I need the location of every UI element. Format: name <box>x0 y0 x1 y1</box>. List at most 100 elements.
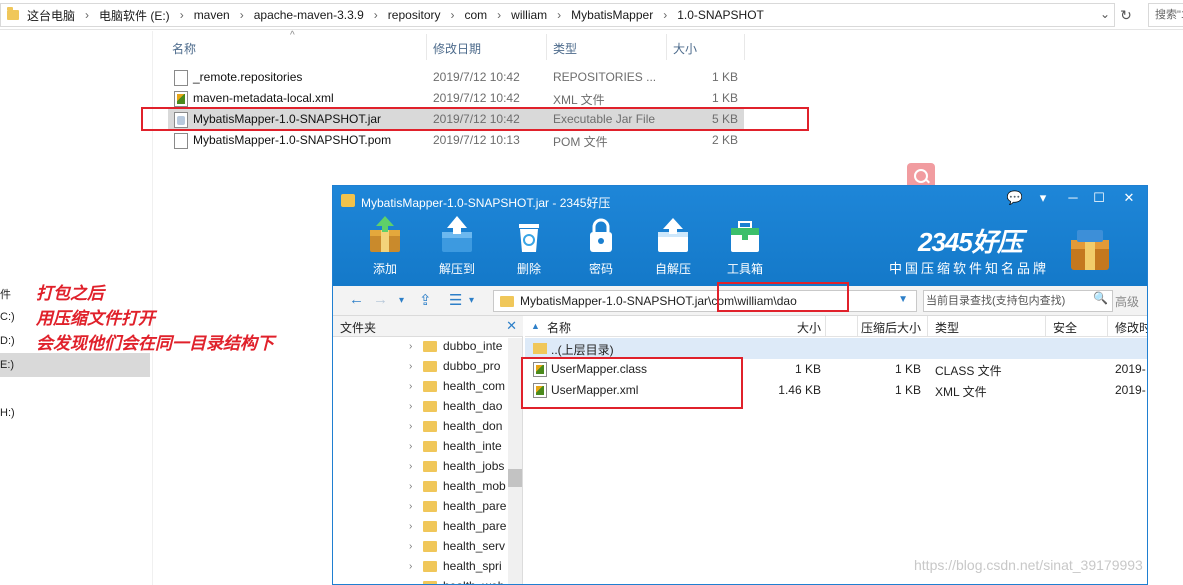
column-name[interactable]: 名称 <box>547 319 571 336</box>
breadcrumb-item[interactable]: com <box>464 8 487 22</box>
search-icon[interactable]: 🔍 <box>1093 291 1108 305</box>
breadcrumb-item[interactable]: 这台电脑 <box>27 7 75 24</box>
chevron-right-icon[interactable]: › <box>409 381 421 392</box>
maximize-icon[interactable]: ☐ <box>1089 190 1109 206</box>
close-icon[interactable]: ✕ <box>506 318 517 334</box>
minimize-icon[interactable]: ─ <box>1063 190 1083 205</box>
tree-item[interactable]: › health_pare <box>409 496 506 516</box>
column-type[interactable]: 类型 <box>935 319 959 336</box>
tree-item[interactable]: › health_don <box>409 416 502 436</box>
chevron-right-icon[interactable]: › <box>497 8 501 22</box>
chevron-right-icon[interactable]: › <box>450 8 454 22</box>
tree-item[interactable]: › health_jobs <box>409 456 504 476</box>
nav-item-drive-c[interactable]: C:) <box>0 311 15 323</box>
nav-item[interactable]: 件 <box>0 286 11 302</box>
chevron-right-icon[interactable]: › <box>85 8 89 22</box>
chevron-down-icon[interactable]: ▼ <box>898 294 908 305</box>
column-divider[interactable] <box>426 34 427 60</box>
column-divider[interactable] <box>927 316 928 337</box>
back-arrow-icon[interactable]: ← <box>349 291 364 308</box>
chevron-right-icon[interactable]: › <box>409 561 421 572</box>
chevron-right-icon[interactable]: › <box>409 541 421 552</box>
column-divider[interactable] <box>857 316 858 337</box>
tool-toolbox-button[interactable]: 工具箱 <box>715 216 775 277</box>
forward-arrow-icon[interactable]: → <box>373 291 388 308</box>
chevron-right-icon[interactable]: › <box>240 8 244 22</box>
archive-path-input[interactable]: MybatisMapper-1.0-SNAPSHOT.jar\com\willi… <box>493 290 917 312</box>
tool-extract-button[interactable]: 解压到 <box>427 216 487 277</box>
tree-item[interactable]: › health_dao <box>409 396 502 416</box>
nav-item-drive-d[interactable]: D:) <box>0 335 15 347</box>
chevron-right-icon[interactable]: › <box>409 421 421 432</box>
tree-scrollbar-thumb[interactable] <box>508 469 522 487</box>
chevron-right-icon[interactable]: › <box>374 8 378 22</box>
breadcrumb-item[interactable]: apache-maven-3.3.9 <box>254 8 364 22</box>
chevron-right-icon[interactable]: › <box>409 581 421 585</box>
file-row[interactable]: MybatisMapper-1.0-SNAPSHOT.pom 2019/7/12… <box>168 130 744 151</box>
advanced-search-link[interactable]: 高级 <box>1115 293 1139 310</box>
column-type[interactable]: 类型 <box>553 40 577 57</box>
column-size[interactable]: 大小 <box>797 319 821 336</box>
chevron-right-icon[interactable]: › <box>557 8 561 22</box>
tree-item[interactable]: › dubbo_inte <box>409 336 502 356</box>
refresh-icon[interactable]: ↻ <box>1116 5 1136 25</box>
tree-item[interactable]: › health_spri <box>409 556 502 576</box>
chevron-right-icon[interactable]: › <box>409 341 421 352</box>
archive-search-input[interactable]: 当前目录查找(支持包内查找) <box>923 290 1113 312</box>
view-list-icon[interactable]: ☰ <box>449 291 462 309</box>
breadcrumb-item[interactable]: maven <box>194 8 230 22</box>
column-divider[interactable] <box>825 316 826 337</box>
chevron-right-icon[interactable]: › <box>180 8 184 22</box>
chevron-right-icon[interactable]: › <box>663 8 667 22</box>
tree-item[interactable]: › health_serv <box>409 536 505 556</box>
column-modified[interactable]: 修改时 <box>1115 319 1147 336</box>
column-size[interactable]: 大小 <box>673 40 697 57</box>
address-box[interactable]: 这台电脑 › 电脑软件 (E:) › maven › apache-maven-3.3… <box>0 3 1115 27</box>
tree-item[interactable]: › health_com <box>409 376 505 396</box>
search-input[interactable]: 搜索"1 <box>1148 3 1183 27</box>
column-divider[interactable] <box>744 34 745 60</box>
nav-item-drive-e[interactable]: E:) <box>0 353 150 377</box>
menu-dropdown-icon[interactable]: ▾ <box>1033 190 1053 206</box>
file-row[interactable]: _remote.repositories 2019/7/12 10:42 REP… <box>168 67 744 88</box>
column-divider[interactable] <box>1107 316 1108 337</box>
tree-item[interactable]: › dubbo_pro <box>409 356 500 376</box>
breadcrumb-item[interactable]: MybatisMapper <box>571 8 653 22</box>
tree-item[interactable]: › health_pare <box>409 516 506 536</box>
tree-item[interactable]: › health_inte <box>409 436 502 456</box>
chevron-right-icon[interactable]: › <box>409 501 421 512</box>
column-name[interactable]: 名称 <box>172 40 196 57</box>
tool-delete-button[interactable]: 删除 <box>499 216 559 277</box>
column-divider[interactable] <box>666 34 667 60</box>
feedback-icon[interactable]: 💬 <box>1005 190 1025 206</box>
tool-password-button[interactable]: 密码 <box>571 216 631 277</box>
chevron-right-icon[interactable]: › <box>409 441 421 452</box>
history-dropdown-icon[interactable]: ▾ <box>399 295 404 306</box>
column-date[interactable]: 修改日期 <box>433 40 481 57</box>
chevron-down-icon[interactable]: ⌄ <box>1100 7 1110 21</box>
chevron-right-icon[interactable]: › <box>409 521 421 532</box>
sort-up-icon[interactable]: ▲ <box>531 321 540 331</box>
breadcrumb-item[interactable]: 电脑软件 (E:) <box>99 7 170 24</box>
column-divider[interactable] <box>1045 316 1046 337</box>
tool-self-extract-button[interactable]: 自解压 <box>643 216 703 277</box>
column-divider[interactable] <box>546 34 547 60</box>
chevron-right-icon[interactable]: › <box>409 481 421 492</box>
chevron-right-icon[interactable]: › <box>409 461 421 472</box>
column-security[interactable]: 安全 <box>1053 319 1077 336</box>
breadcrumb-item[interactable]: 1.0-SNAPSHOT <box>677 8 764 22</box>
tool-add-button[interactable]: 添加 <box>355 216 415 277</box>
file-row[interactable]: maven-metadata-local.xml 2019/7/12 10:42… <box>168 88 744 109</box>
tree-scrollbar[interactable] <box>508 338 522 584</box>
tree-item[interactable]: › health_web <box>409 576 504 585</box>
view-dropdown-icon[interactable]: ▾ <box>469 295 474 306</box>
parent-directory-row[interactable]: ..(上层目录) <box>525 338 1147 359</box>
chevron-right-icon[interactable]: › <box>409 361 421 372</box>
nav-item-drive-h[interactable]: H:) <box>0 407 15 419</box>
chevron-right-icon[interactable]: › <box>409 401 421 412</box>
close-icon[interactable]: ✕ <box>1119 190 1139 206</box>
column-packed-size[interactable]: 压缩后大小 <box>861 319 921 336</box>
breadcrumb-item[interactable]: repository <box>388 8 441 22</box>
tree-item[interactable]: › health_mob <box>409 476 506 496</box>
breadcrumb-item[interactable]: william <box>511 8 547 22</box>
